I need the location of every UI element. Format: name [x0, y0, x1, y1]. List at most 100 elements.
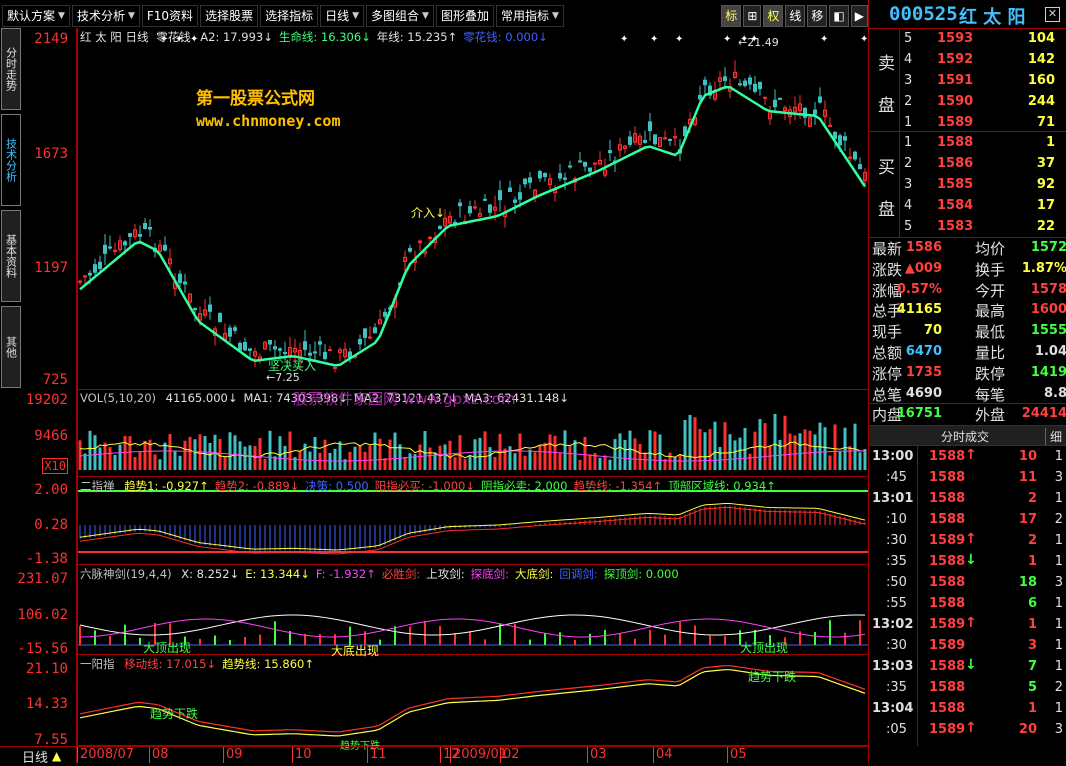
- toolbar-button[interactable]: 默认方案 ▼: [2, 4, 70, 27]
- quote-label: 均价: [975, 240, 1006, 258]
- toolbar-button[interactable]: 多图组合 ▼: [366, 4, 434, 27]
- sell-level[interactable]: 5 1593 104: [869, 29, 1066, 50]
- quote-value: ▲009: [904, 260, 942, 276]
- sell-level[interactable]: 1 1589 71: [869, 113, 1066, 134]
- toolbar-toggle[interactable]: ⊞: [743, 4, 762, 27]
- volume-bar: [373, 432, 377, 470]
- sell-level[interactable]: 2 1590 244: [869, 92, 1066, 113]
- ind3-title: 六脉神剑(19,4,4): [80, 567, 172, 581]
- toolbar-label: 日线: [325, 9, 350, 23]
- volume-bar: [758, 419, 762, 470]
- tick-price: 1588: [929, 491, 966, 506]
- quote-label: 最高: [975, 302, 1006, 321]
- buy-level[interactable]: 5 1583 22: [869, 217, 1066, 238]
- y-axis-labels: 2149 1673 1197 725 19202 9466 X10 2.00 0…: [17, 30, 76, 750]
- toolbar-label: 默认方案: [7, 9, 56, 23]
- volume-bar: [103, 442, 107, 470]
- toolbar-button[interactable]: 技术分析 ▼: [71, 4, 140, 27]
- toolbar-button[interactable]: 常用指标 ▼: [495, 4, 564, 27]
- main-price-panel[interactable]: ✦ ✦ ✦ ✦ ✦ ✦ ✦ ✦ ✦ ✦ ✦ 红 太 阳 日线 零花钱 A2: 17.993↓ 生命线:…: [77, 28, 868, 390]
- quote-value: 1.04: [1034, 344, 1066, 359]
- star-marker: ✦: [820, 34, 828, 45]
- volume-bar: [408, 453, 412, 470]
- yiyangzhi-panel[interactable]: 一阳指 移动线: 17.015↓ 趋势线: 15.860↑ 趋势下跌 趋势下跌 趋…: [77, 655, 868, 752]
- tick-count: 3: [1054, 575, 1063, 590]
- tick-time: :55: [886, 596, 907, 611]
- tick-row: 13:01 1588 2 1: [869, 488, 1066, 509]
- volume-bar: [568, 446, 572, 470]
- volume-panel[interactable]: VOL(5,10,20) 41165.000↓ MA1: 74303.398↓ MA…: [77, 390, 868, 477]
- tick-direction-icon: ↓: [965, 552, 977, 568]
- quote-label: 总额: [872, 344, 903, 362]
- quote-value: 70: [923, 323, 942, 339]
- quote-value: 1555: [1030, 323, 1066, 339]
- volume-bar: [713, 421, 717, 470]
- toolbar-toggle[interactable]: 标: [721, 4, 742, 27]
- toolbar-toggle[interactable]: 移: [807, 4, 828, 27]
- erzhichan-panel[interactable]: 二指禅 趋势1: -0.927↑ 趋势2: -0.889↓ 决策: 0.500 阳指必…: [77, 477, 868, 565]
- toolbar-button[interactable]: 选择指标: [260, 4, 319, 27]
- toolbar-button[interactable]: 日线 ▼: [320, 4, 365, 27]
- toolbar-toggle[interactable]: 权: [763, 4, 784, 27]
- quote-stats: 最新 1586 均价 1572 涨跌 ▲009 换手 1.87% 涨幅 0.57% 今开 1578 总手…: [869, 237, 1066, 425]
- volume-bar: [563, 430, 567, 470]
- buy-level[interactable]: 2 1586 37: [869, 154, 1066, 175]
- volume-bar: [163, 442, 167, 470]
- toolbar-button[interactable]: 图形叠加: [435, 4, 494, 27]
- volume-bar: [428, 447, 432, 470]
- buy-level[interactable]: 3 1585 92: [869, 175, 1066, 196]
- level-volume: 37: [1036, 156, 1055, 171]
- volume-bar: [523, 455, 527, 470]
- legend-item: 探底剑:: [470, 567, 509, 581]
- candle-body: [313, 351, 317, 354]
- tab-technical-analysis[interactable]: 技术分析: [1, 114, 21, 206]
- quote-row: 总手 41165 最高 1600: [869, 299, 1066, 320]
- toolbar-toggle[interactable]: ▶: [850, 4, 868, 27]
- x-line: [79, 614, 866, 636]
- tick-row: :05 1589 ↑ 20 3: [869, 719, 1066, 740]
- candle-body: [858, 164, 862, 170]
- toolbar-label: 技术分析: [76, 9, 125, 23]
- trend-label: 趋势下跌: [748, 670, 797, 684]
- candle-body: [93, 264, 97, 273]
- volume-bar: [393, 432, 397, 470]
- volume-bar: [693, 417, 697, 470]
- candle-body: [753, 83, 757, 92]
- liumai-panel[interactable]: 六脉神剑(19,4,4) X: 8.252↓ E: 13.344↓ F: -1.93…: [77, 565, 868, 658]
- tick-time: 13:01: [872, 491, 914, 506]
- period-arrow-icon[interactable]: ▲: [52, 749, 61, 763]
- candle-body: [323, 351, 327, 360]
- volume-bar: [228, 432, 232, 470]
- tick-volume: 20: [1018, 722, 1037, 737]
- tick-row: 13:04 1588 1 1: [869, 698, 1066, 719]
- quote-label: 外盘: [975, 406, 1006, 425]
- buy-level[interactable]: 4 1584 17: [869, 196, 1066, 217]
- toolbar-button[interactable]: F10资料: [141, 4, 199, 27]
- buy-level[interactable]: 1 1588 1: [869, 133, 1066, 154]
- tab-intraday[interactable]: 分时走势: [1, 28, 21, 110]
- toolbar-label: 常用指标: [500, 9, 549, 23]
- signal-label: 大顶出现: [143, 641, 192, 655]
- toolbar-button[interactable]: 选择股票: [200, 4, 259, 27]
- y-label: 1197: [34, 260, 68, 276]
- candle-body: [278, 348, 282, 351]
- candle-body: [498, 190, 502, 201]
- sell-level[interactable]: 4 1592 142: [869, 50, 1066, 71]
- level-index: 2: [904, 94, 913, 109]
- toolbar-toggle[interactable]: 线: [785, 4, 806, 27]
- tab-fundamentals[interactable]: 基本资料: [1, 210, 21, 302]
- ticks-title[interactable]: 分时成交: [941, 428, 989, 445]
- tick-count: 1: [1054, 449, 1063, 464]
- volume-bar: [588, 454, 592, 470]
- toolbar-toggle[interactable]: ◧: [829, 4, 849, 27]
- y-label: 725: [42, 372, 68, 388]
- tick-price: 1588: [929, 554, 966, 569]
- legend-item: 零花钱: 0.000↓: [463, 30, 548, 44]
- ind4-legend: 一阳指 移动线: 17.015↓ 趋势线: 15.860↑: [80, 656, 314, 672]
- detail-button[interactable]: 细: [1045, 428, 1062, 445]
- tab-other[interactable]: 其他: [1, 306, 21, 388]
- close-icon[interactable]: ✕: [1045, 7, 1060, 22]
- sell-level[interactable]: 3 1591 160: [869, 71, 1066, 92]
- volume-bar: [793, 435, 797, 470]
- x-tick: [149, 747, 150, 763]
